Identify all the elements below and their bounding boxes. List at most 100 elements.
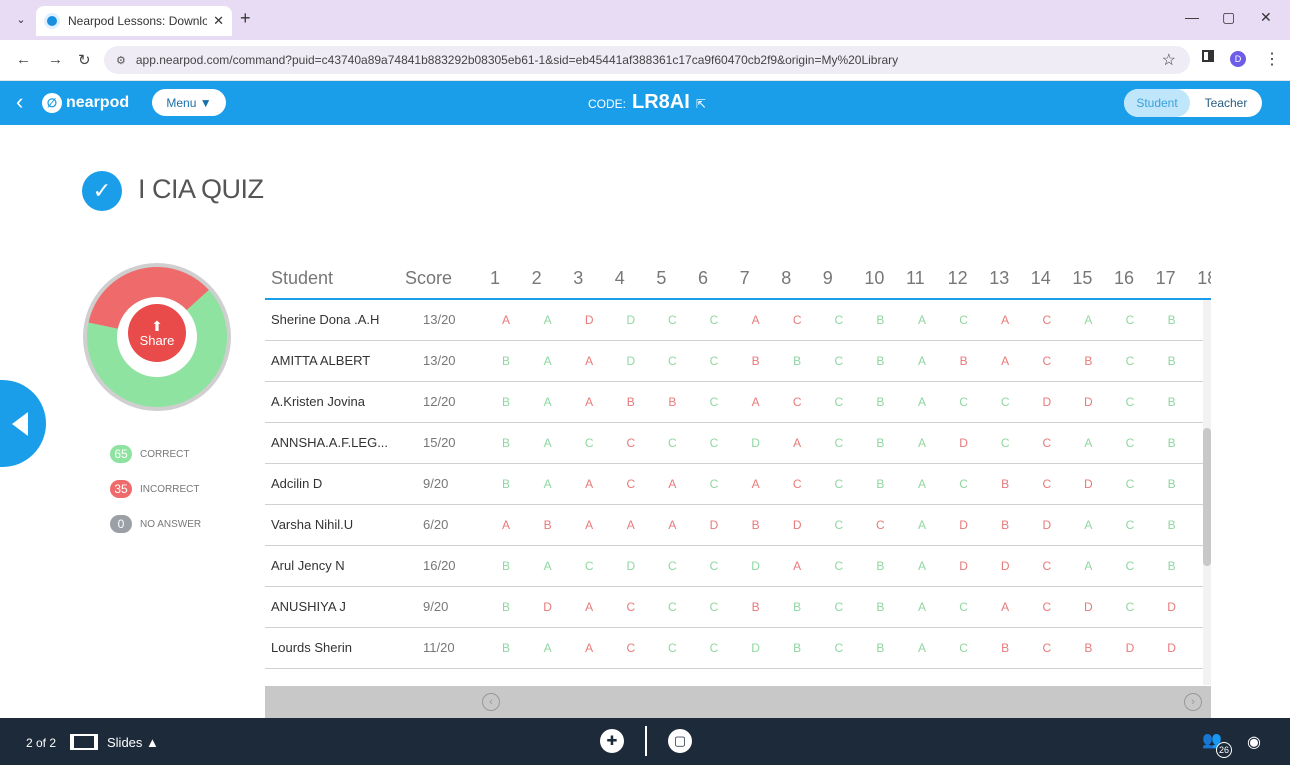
horizontal-scrollbar[interactable]: ‹ ›: [265, 686, 1211, 718]
table-row[interactable]: ANUSHIYA J 9/20 B D A C C C B B C B A C A C D C D: [265, 587, 1203, 628]
browser-tab[interactable]: Nearpod Lessons: Download re ✕: [36, 6, 232, 36]
mode-toggle[interactable]: Student Teacher: [1124, 89, 1262, 117]
table-row[interactable]: Varsha Nihil.U 6/20 A B A A A D B D C C A D B D A C B: [265, 505, 1203, 546]
answer-correct: A: [917, 559, 926, 573]
column-header-question[interactable]: 3: [573, 268, 583, 289]
answer-incorrect: D: [543, 600, 552, 614]
answer-incorrect: B: [1001, 477, 1010, 491]
answer-correct: A: [917, 477, 926, 491]
share-button[interactable]: ⬆ Share: [128, 304, 186, 362]
student-mode-button[interactable]: Student: [1124, 89, 1190, 117]
profile-avatar[interactable]: D: [1230, 51, 1246, 67]
nearpod-logo[interactable]: ∅ nearpod: [42, 93, 129, 113]
bookmark-star-icon[interactable]: ☆: [1162, 50, 1176, 70]
student-score: 15/20: [423, 435, 456, 450]
column-header-question[interactable]: 11: [906, 268, 925, 289]
session-code[interactable]: CODE: LR8AI ⇱: [588, 91, 706, 114]
column-header-question[interactable]: 6: [698, 268, 708, 289]
student-name: Arul Jency N: [271, 558, 345, 573]
url-field[interactable]: ⚙ app.nearpod.com/command?puid=c43740a89…: [104, 46, 1190, 74]
column-header-question[interactable]: 10: [864, 268, 884, 289]
answer-incorrect: A: [585, 518, 594, 532]
external-link-icon[interactable]: ⇱: [696, 97, 706, 111]
column-header-question[interactable]: 17: [1156, 268, 1176, 289]
column-header-question[interactable]: 16: [1114, 268, 1134, 289]
answer-correct: C: [1125, 559, 1135, 573]
close-window-icon[interactable]: ✕: [1260, 9, 1272, 26]
answer-correct: C: [959, 477, 968, 491]
results-donut: ⬆ Share: [81, 257, 233, 417]
answer-correct: D: [626, 354, 636, 368]
answer-correct: C: [709, 395, 719, 409]
answer-correct: C: [584, 559, 594, 573]
answer-correct: B: [1167, 477, 1176, 491]
table-row[interactable]: Arul Jency N 16/20 B A C D C C D A C B A D D C A C B: [265, 546, 1203, 587]
add-activity-icon[interactable]: ✚: [600, 729, 624, 753]
answer-incorrect: D: [959, 559, 968, 573]
nearpod-favicon-icon: [44, 13, 60, 29]
scroll-right-icon[interactable]: ›: [1184, 693, 1202, 711]
chat-icon[interactable]: ▢: [668, 729, 692, 753]
previous-slide-button[interactable]: [0, 380, 46, 467]
teacher-mode-button[interactable]: Teacher: [1190, 89, 1262, 117]
column-header-question[interactable]: 12: [948, 268, 968, 289]
table-row[interactable]: Adcilin D 9/20 B A A C A C A C C B A C B C D C B: [265, 464, 1203, 505]
table-row[interactable]: AMITTA ALBERT 13/20 B A A D C C B B C B A B A C B C B: [265, 341, 1203, 382]
column-header-score[interactable]: Score: [405, 268, 452, 289]
left-arrow-icon: [12, 411, 28, 436]
answer-correct: B: [1167, 313, 1176, 327]
reload-icon[interactable]: ↻: [78, 51, 91, 69]
answer-correct: C: [709, 641, 719, 655]
column-header-question[interactable]: 18: [1197, 268, 1211, 289]
answer-correct: C: [834, 518, 844, 532]
no-answer-label: NO ANSWER: [140, 518, 202, 530]
column-header-question[interactable]: 1: [490, 268, 500, 289]
column-header-question[interactable]: 13: [989, 268, 1009, 289]
menu-button[interactable]: Menu ▼: [152, 89, 226, 116]
column-header-question[interactable]: 7: [740, 268, 750, 289]
slides-button[interactable]: Slides ▲: [107, 735, 159, 750]
site-info-icon[interactable]: ⚙: [116, 54, 126, 67]
code-label: CODE:: [588, 97, 627, 111]
back-chevron-icon[interactable]: ‹: [16, 89, 23, 115]
table-row[interactable]: ANNSHA.A.F.LEG... 15/20 B A C C C C D A C B A D C C A C B: [265, 423, 1203, 464]
vertical-scroll-thumb[interactable]: [1203, 428, 1211, 566]
answer-correct: C: [1125, 354, 1135, 368]
browser-menu-icon[interactable]: ⋮: [1264, 49, 1280, 69]
table-row[interactable]: A.Kristen Jovina 12/20 B A A B B C A C C B A C C D D C B: [265, 382, 1203, 423]
answer-correct: C: [959, 313, 968, 327]
answer-correct: C: [1125, 313, 1135, 327]
student-score: 13/20: [423, 312, 456, 327]
table-row[interactable]: Sherine Dona .A.H 13/20 A A D D C C A C C B A C A C A C B: [265, 300, 1203, 341]
restore-icon[interactable]: ▢: [1222, 9, 1235, 26]
column-header-question[interactable]: 2: [532, 268, 542, 289]
answer-correct: B: [501, 354, 510, 368]
table-row[interactable]: Lourds Sherin 11/20 B A A C C C D B C B A C B C B D D: [265, 628, 1203, 669]
forward-icon[interactable]: →: [48, 51, 63, 68]
scroll-left-icon[interactable]: ‹: [482, 693, 500, 711]
new-tab-icon[interactable]: +: [240, 8, 251, 29]
slides-icon[interactable]: [70, 734, 98, 750]
answer-incorrect: C: [1042, 600, 1052, 614]
column-header-question[interactable]: 8: [781, 268, 791, 289]
column-header-question[interactable]: 14: [1031, 268, 1051, 289]
column-header-question[interactable]: 4: [615, 268, 625, 289]
column-header-student[interactable]: Student: [271, 268, 333, 289]
side-panel-icon[interactable]: [1202, 50, 1214, 62]
minimize-icon[interactable]: —: [1185, 9, 1199, 25]
column-header-question[interactable]: 5: [656, 268, 666, 289]
answer-correct: B: [1167, 559, 1176, 573]
results-table: Sherine Dona .A.H 13/20 A A D D C C A C C B A C A C A C B A…: [265, 300, 1203, 685]
answer-correct: B: [876, 436, 885, 450]
tab-search-dropdown-icon[interactable]: ⌄: [10, 8, 32, 30]
code-value: LR8AI: [632, 91, 690, 113]
answer-incorrect: B: [626, 395, 635, 409]
answer-correct: B: [1167, 518, 1176, 532]
tab-close-icon[interactable]: ✕: [213, 13, 224, 29]
answer-incorrect: D: [1125, 641, 1135, 655]
answer-correct: B: [793, 641, 802, 655]
back-icon[interactable]: ←: [16, 51, 31, 68]
column-header-question[interactable]: 9: [823, 268, 833, 289]
column-header-question[interactable]: 15: [1072, 268, 1092, 289]
preview-eye-icon[interactable]: ◉: [1247, 732, 1261, 752]
